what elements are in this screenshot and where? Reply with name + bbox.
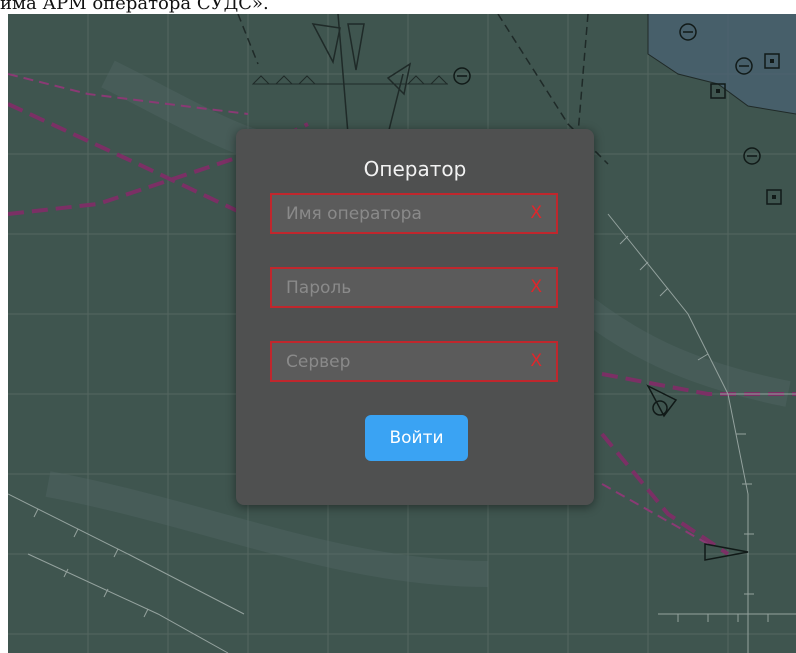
map-vessel-icon [646, 384, 749, 561]
password-input[interactable] [272, 269, 512, 306]
server-field: X [270, 341, 558, 382]
dialog-title: Оператор [363, 157, 467, 181]
operator-name-field: X [270, 193, 558, 234]
clear-x-icon[interactable]: X [530, 203, 542, 223]
server-input[interactable] [272, 343, 512, 380]
page-caption: има АРМ оператора СУДС». [0, 0, 269, 14]
clear-x-icon[interactable]: X [530, 351, 542, 371]
operator-login-dialog: Оператор X X X Войти [236, 129, 594, 505]
password-field: X [270, 267, 558, 308]
login-button[interactable]: Войти [365, 415, 468, 461]
operator-name-input[interactable] [272, 195, 512, 232]
clear-x-icon[interactable]: X [530, 277, 542, 297]
